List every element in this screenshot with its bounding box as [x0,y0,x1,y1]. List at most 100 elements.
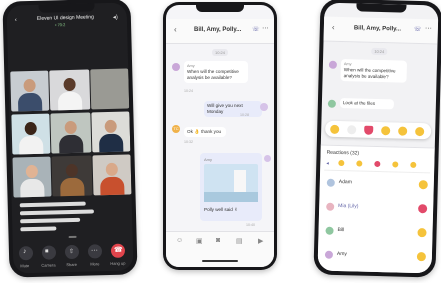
avatar [264,155,271,162]
avatar [260,103,268,111]
reaction-row[interactable]: Bill [321,223,429,244]
meeting-timer: • 70:2 [54,22,66,28]
date-chip: 10:24 [371,47,388,56]
message-text: When will the competitive analysis be av… [187,69,239,80]
meeting-title: Eleven UI design Meeting [36,14,94,22]
message-text: Polly well said ✌ [204,207,238,212]
avatar [324,250,334,259]
reactions-title: Reactions (32) [326,149,360,157]
participant-video-5[interactable] [50,112,92,154]
message-bubble[interactable]: Look at the files [339,97,395,110]
thumbs-up-alt-icon[interactable] [347,124,357,134]
participant-video-1[interactable] [10,70,50,112]
participant-face [65,163,79,178]
mute-button[interactable]: ♪ [18,246,34,261]
share-icon: ⇧ [68,248,75,256]
laugh-icon[interactable] [381,125,391,135]
image-caption: Amy [204,157,212,162]
date-chip: 10:24 [212,49,229,56]
photo[interactable] [204,164,258,202]
reaction-row[interactable]: Adam [323,175,431,196]
avatar [325,226,334,235]
message-bubble[interactable]: Ok 👌 thank you [184,127,226,137]
participant-body [58,134,84,154]
participant-body [100,176,125,196]
heart-icon[interactable] [374,160,381,168]
message-time: 10:28 [240,113,249,117]
camera-icon[interactable]: ◙ [216,237,220,244]
more-icon[interactable]: ⋯ [262,24,269,32]
message-bubble-self[interactable]: Will give you next Monday [204,101,262,117]
sad-icon[interactable] [410,161,417,169]
participant-video-3[interactable] [90,68,130,110]
participant-video-6[interactable] [91,111,131,153]
avatar [328,60,338,69]
message-bubble[interactable]: Amy When will the competitive analysis b… [340,59,408,83]
tab-all[interactable]: ◂ [326,161,329,167]
camera-icon: ■ [44,248,49,255]
surprised-icon[interactable] [392,161,399,168]
share-label: Share [66,261,78,268]
send-icon[interactable]: ▶ [258,237,263,245]
sad-icon[interactable] [415,126,425,136]
notch [196,5,244,12]
notch [356,3,407,13]
hang-up-label: Hang up [110,260,126,266]
avatar [327,99,336,108]
person-name: Amy [336,250,348,258]
camera-button[interactable]: ■ [41,245,57,260]
person-name: Bill [337,226,345,234]
participant-body [20,178,45,198]
mute-label: Mute [20,263,30,269]
message-text: When will the competitive analysis be av… [343,67,396,80]
image-message[interactable]: Amy Polly well said ✌ [200,153,262,221]
participant-video-7[interactable] [12,156,52,198]
chevron-left-icon[interactable]: ‹ [15,17,17,23]
surprised-icon [416,252,427,262]
more-icon: ⋯ [90,247,99,255]
participant-face [64,120,77,135]
more-button[interactable]: ⋯ [87,244,103,259]
participant-body [18,135,44,155]
avatar [326,178,335,187]
caption-line [20,217,81,224]
chat-title: Bill, Amy, Polly... [353,25,402,33]
participant-video-2[interactable] [49,69,91,111]
participant-video-8[interactable] [51,155,93,197]
participant-body [98,133,124,153]
message-bubble[interactable]: Amy When will the competitive analysis b… [184,61,248,83]
caption-line [19,209,94,216]
attach-icon[interactable]: ▤ [236,237,243,245]
drag-handle[interactable] [68,235,77,239]
share-button[interactable]: ⇧ [64,244,80,260]
reaction-row[interactable]: Mia (Lily) [322,199,430,220]
more-icon[interactable]: ⋯ [425,24,432,32]
participant-body [57,91,83,111]
chat-title: Bill, Amy, Polly... [194,27,242,33]
heart-icon[interactable] [364,125,374,135]
photo-detail [234,170,246,194]
thumbs-up-icon[interactable] [330,124,340,134]
call-icon[interactable]: ☏ [252,26,260,33]
back-icon[interactable]: ‹ [332,23,335,32]
thumbs-up-icon[interactable] [356,160,363,167]
back-icon[interactable]: ‹ [174,25,177,34]
caption-line [20,226,57,232]
reaction-row[interactable]: Amy [321,247,429,268]
laugh-icon[interactable] [338,159,345,167]
call-icon[interactable]: ☏ [414,26,422,33]
phone-icon: ☎ [113,246,123,254]
avatar [326,202,335,211]
participant-video-9[interactable] [92,154,132,196]
laugh-icon [418,180,428,190]
phone-reactions: ‹ Bill, Amy, Polly... ☏ ⋯ 10:24 Amy When… [313,0,441,278]
surprised-icon[interactable] [398,126,408,136]
photo-detail [204,192,258,202]
participant-video-4[interactable] [11,113,51,155]
hang-up-button[interactable]: ☎ [110,243,126,258]
participant-face [25,164,39,179]
emoji-icon[interactable]: ☺ [176,237,183,244]
microphone-icon: ♪ [22,248,27,256]
image-icon[interactable]: ▣ [196,237,203,245]
speaker-icon[interactable]: ◂) [113,14,118,21]
